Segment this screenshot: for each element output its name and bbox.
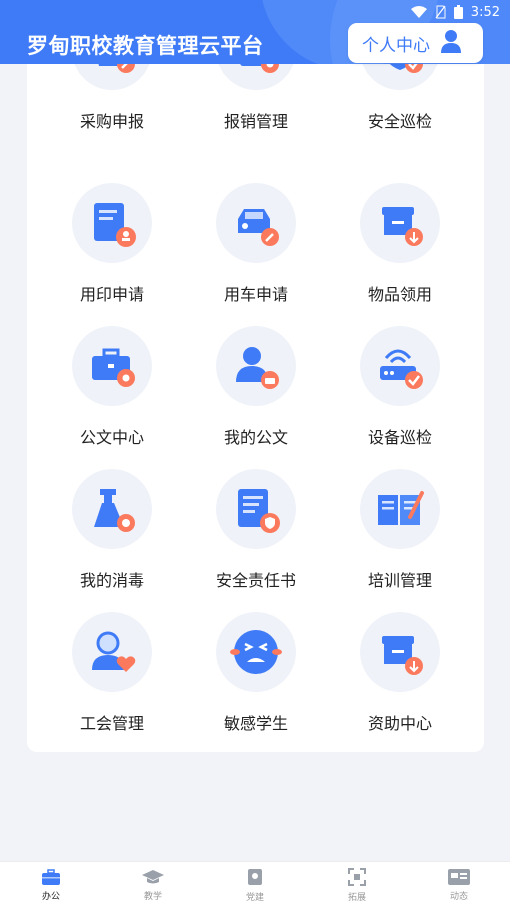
open-book-pen-icon bbox=[378, 491, 424, 525]
icon-circle bbox=[72, 183, 152, 263]
function-grid: 采购申报 ¥ 报销管理 安全巡检 bbox=[27, 10, 484, 752]
graduation-cap-icon bbox=[142, 869, 164, 883]
tab-label: 动态 bbox=[449, 891, 468, 902]
icon-circle bbox=[216, 183, 296, 263]
icon-circle bbox=[216, 469, 296, 549]
tab-label: 党建 bbox=[245, 892, 264, 903]
grid-item-seal-apply[interactable]: 用印申请 bbox=[52, 183, 172, 323]
tab-news[interactable]: 动态 bbox=[408, 862, 510, 908]
expand-icon bbox=[348, 867, 366, 886]
grid-item-sensitive-student[interactable]: 敏感学生 bbox=[196, 612, 316, 752]
grid-item-label: 工会管理 bbox=[79, 714, 144, 733]
document-shield-icon bbox=[238, 489, 280, 533]
grid-item-label: 我的消毒 bbox=[79, 571, 144, 590]
grid-item-funding-center[interactable]: 资助中心 bbox=[340, 612, 460, 752]
grid-item-label: 资助中心 bbox=[367, 714, 432, 733]
icon-circle bbox=[216, 326, 296, 406]
status-bar: 3:52 bbox=[410, 0, 500, 24]
router-check-icon bbox=[380, 349, 423, 389]
grid-item-label: 设备巡检 bbox=[367, 428, 432, 447]
profile-center-button[interactable]: 个人中心 bbox=[348, 23, 483, 63]
grid-item-label: 用印申请 bbox=[79, 285, 144, 304]
wifi-icon bbox=[410, 6, 427, 18]
tab-party-building[interactable]: 党建 bbox=[204, 862, 306, 908]
spray-bottle-icon bbox=[94, 489, 135, 532]
grid-item-label: 物品领用 bbox=[367, 285, 432, 304]
grid-item-device-inspect[interactable]: 设备巡检 bbox=[340, 326, 460, 466]
grid-item-safety-pledge[interactable]: 安全责任书 bbox=[196, 469, 316, 609]
tab-expand[interactable]: 拓展 bbox=[306, 862, 408, 908]
tab-teaching[interactable]: 教学 bbox=[102, 862, 204, 908]
tab-label: 办公 bbox=[41, 891, 60, 902]
grid-item-car-apply[interactable]: 用车申请 bbox=[196, 183, 316, 323]
person-icon bbox=[440, 29, 462, 57]
grid-item-label: 公文中心 bbox=[79, 428, 144, 447]
battery-icon bbox=[453, 5, 463, 19]
icon-circle bbox=[360, 469, 440, 549]
icon-circle bbox=[72, 326, 152, 406]
grid-item-label: 报销管理 bbox=[223, 112, 288, 131]
box-download-icon bbox=[382, 207, 423, 246]
crying-face-icon bbox=[230, 630, 282, 674]
grid-item-label: 安全责任书 bbox=[215, 571, 296, 590]
grid-item-label: 培训管理 bbox=[367, 571, 432, 590]
person-briefcase-icon bbox=[236, 347, 279, 389]
briefcase-gear-icon bbox=[92, 348, 135, 387]
grid-item-union[interactable]: 工会管理 bbox=[52, 612, 172, 752]
tab-office[interactable]: 办公 bbox=[0, 862, 102, 908]
app-title: 罗甸职校教育管理云平台 bbox=[27, 34, 264, 58]
news-icon bbox=[448, 868, 470, 885]
grid-item-document-center[interactable]: 公文中心 bbox=[52, 326, 172, 466]
person-heart-icon bbox=[92, 631, 136, 672]
icon-circle bbox=[360, 612, 440, 692]
profile-center-label: 个人中心 bbox=[362, 35, 430, 56]
no-sim-icon bbox=[435, 5, 446, 19]
grid-item-label: 敏感学生 bbox=[223, 714, 288, 733]
grid-item-my-disinfect[interactable]: 我的消毒 bbox=[52, 469, 172, 609]
grid-item-label: 用车申请 bbox=[223, 285, 288, 304]
grid-item-label: 安全巡检 bbox=[367, 112, 432, 131]
grid-item-training[interactable]: 培训管理 bbox=[340, 469, 460, 609]
grid-item-label: 我的公文 bbox=[223, 428, 288, 447]
status-time: 3:52 bbox=[470, 4, 500, 20]
icon-circle bbox=[216, 612, 296, 692]
grid-item-my-documents[interactable]: 我的公文 bbox=[196, 326, 316, 466]
icon-circle bbox=[72, 612, 152, 692]
icon-circle bbox=[360, 183, 440, 263]
grid-item-label: 采购申报 bbox=[79, 112, 144, 131]
grid-item-goods-receive[interactable]: 物品领用 bbox=[340, 183, 460, 323]
tab-label: 教学 bbox=[143, 891, 162, 902]
box-download-icon bbox=[382, 636, 423, 675]
icon-circle bbox=[72, 469, 152, 549]
document-stamp-icon bbox=[94, 203, 136, 247]
car-icon bbox=[238, 209, 279, 246]
bottom-tab-bar: 办公 教学 党建 拓展 动态 bbox=[0, 861, 510, 908]
briefcase-icon bbox=[42, 868, 60, 885]
tab-label: 拓展 bbox=[347, 892, 366, 903]
icon-circle bbox=[360, 326, 440, 406]
party-emblem-icon bbox=[248, 868, 262, 885]
